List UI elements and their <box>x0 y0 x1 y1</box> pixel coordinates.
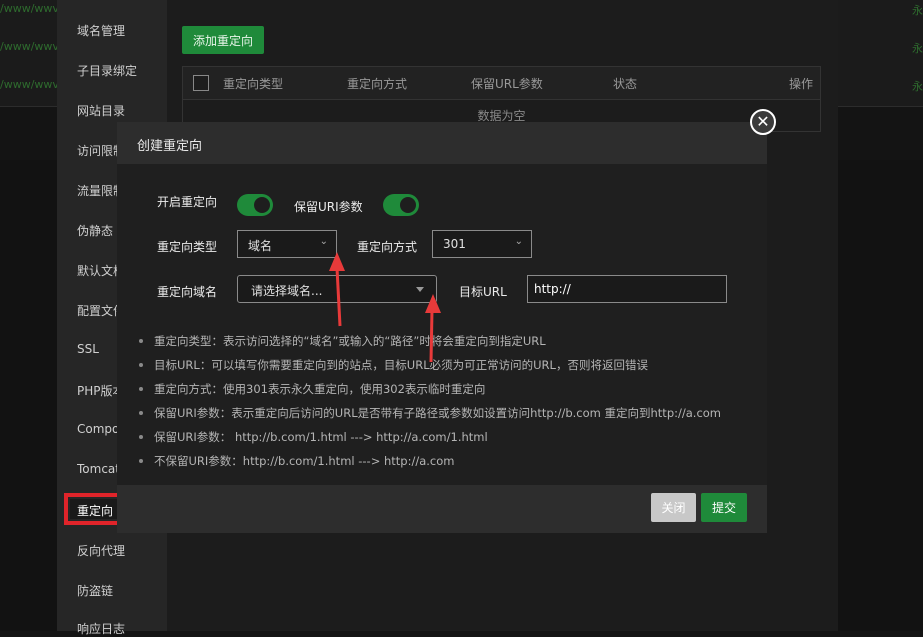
redirect-domain-label: 重定向域名 <box>157 285 218 299</box>
redirect-domain-placeholder: 请选择域名... <box>251 284 323 298</box>
close-icon[interactable]: ✕ <box>750 109 776 135</box>
modal-title: 创建重定向 <box>137 139 203 154</box>
help-tip: 目标URL：可以填写你需要重定向到的站点，目标URL必须为可正常访问的URL，否… <box>137 358 721 382</box>
redirect-domain-select[interactable]: 请选择域名... <box>237 275 437 303</box>
sidebar-item-response-log[interactable]: 响应日志 <box>77 620 125 637</box>
help-tip: 保留URI参数： http://b.com/1.html ---> http:/… <box>137 430 721 454</box>
sidebar-item-tomcat[interactable]: Tomcat <box>77 462 117 476</box>
redirect-type-select[interactable]: 域名 ⌄ <box>237 230 337 258</box>
background-row-path: /www/wwv <box>0 40 59 53</box>
sidebar-item-access-limit[interactable]: 访问限制 <box>77 142 117 159</box>
modal-header: 创建重定向 <box>117 122 767 164</box>
redirect-method-select[interactable]: 301 ⌄ <box>432 230 532 258</box>
background-row-status: 永 <box>912 80 923 93</box>
help-tip: 重定向方式：使用301表示永久重定向，使用302表示临时重定向 <box>137 382 721 406</box>
sidebar-item-traffic-limit[interactable]: 流量限制 <box>77 182 117 199</box>
redirect-type-value: 域名 <box>248 239 273 253</box>
sidebar-item-default-document[interactable]: 默认文档 <box>77 262 117 279</box>
close-button[interactable]: 关闭 <box>651 493 696 522</box>
background-row-status: 永 <box>912 42 923 55</box>
sidebar-item-config-file[interactable]: 配置文件 <box>77 302 117 319</box>
help-tips-list: 重定向类型：表示访问选择的“域名”或输入的“路径”时将会重定向到指定URL 目标… <box>137 334 721 478</box>
column-header-actions: 操作 <box>789 77 814 91</box>
caret-down-icon <box>416 287 424 292</box>
add-redirect-button[interactable]: 添加重定向 <box>182 26 264 54</box>
target-url-label: 目标URL <box>459 285 507 299</box>
enable-redirect-toggle[interactable] <box>237 194 273 216</box>
column-header-status: 状态 <box>613 77 638 91</box>
column-header-type: 重定向类型 <box>223 77 284 91</box>
background-row-path: /www/wwv <box>0 2 59 15</box>
background-row-path: /www/wwv <box>0 78 59 91</box>
toggle-knob <box>400 197 416 213</box>
keep-uri-label: 保留URI参数 <box>294 200 363 214</box>
redirect-method-value: 301 <box>443 237 466 251</box>
sidebar-item-reverse-proxy[interactable]: 反向代理 <box>77 542 125 559</box>
column-header-keep-url: 保留URL参数 <box>471 77 543 91</box>
chevron-down-icon: ⌄ <box>514 236 523 247</box>
sidebar-item-site-directory[interactable]: 网站目录 <box>77 102 125 119</box>
background-row-status: 永 <box>912 4 923 17</box>
column-header-method: 重定向方式 <box>347 77 408 91</box>
enable-redirect-label: 开启重定向 <box>157 195 218 209</box>
select-all-checkbox[interactable] <box>193 75 209 91</box>
redirect-type-label: 重定向类型 <box>157 240 218 254</box>
sidebar-item-php-version[interactable]: PHP版本 <box>77 382 117 399</box>
help-tip: 重定向类型：表示访问选择的“域名”或输入的“路径”时将会重定向到指定URL <box>137 334 721 358</box>
keep-uri-toggle[interactable] <box>383 194 419 216</box>
help-tip: 保留URI参数：表示重定向后访问的URL是否带有子路径或参数如设置访问http:… <box>137 406 721 430</box>
submit-button[interactable]: 提交 <box>701 493 747 522</box>
target-url-input[interactable] <box>527 275 727 303</box>
redirect-method-label: 重定向方式 <box>357 240 418 254</box>
chevron-down-icon: ⌄ <box>319 236 328 247</box>
table-header: 重定向类型 重定向方式 保留URL参数 状态 操作 <box>183 67 820 100</box>
sidebar-item-ssl[interactable]: SSL <box>77 342 99 356</box>
sidebar-item-composer[interactable]: Composer <box>77 422 117 436</box>
sidebar-item-rewrite[interactable]: 伪静态 <box>77 222 113 239</box>
help-tip: 不保留URI参数：http://b.com/1.html ---> http:/… <box>137 454 721 478</box>
sidebar-item-subdirectory-binding[interactable]: 子目录绑定 <box>77 62 137 79</box>
sidebar-item-domain-management[interactable]: 域名管理 <box>77 22 125 39</box>
toggle-knob <box>254 197 270 213</box>
sidebar-item-hotlink-protection[interactable]: 防盗链 <box>77 582 113 599</box>
